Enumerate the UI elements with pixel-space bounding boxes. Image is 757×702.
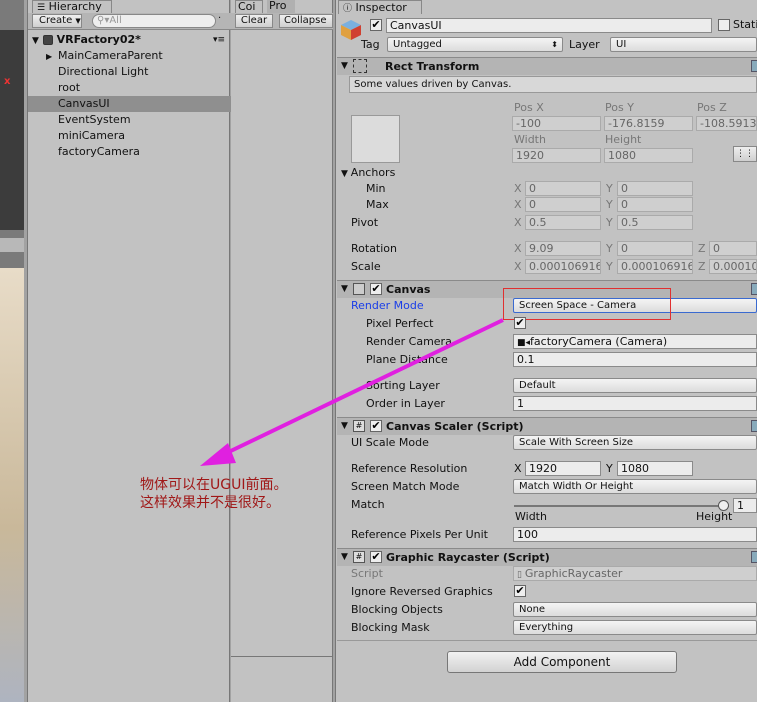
arrow-line — [211, 318, 504, 462]
annotation-line-1: 物体可以在UGUI前面。 — [140, 477, 288, 493]
arrow-head — [200, 443, 236, 466]
annotation-text: 物体可以在UGUI前面。 这样效果并不是很好。 — [140, 476, 287, 512]
annotation-line-2: 这样效果并不是很好。 — [140, 495, 280, 511]
annotation-arrow — [200, 318, 504, 466]
